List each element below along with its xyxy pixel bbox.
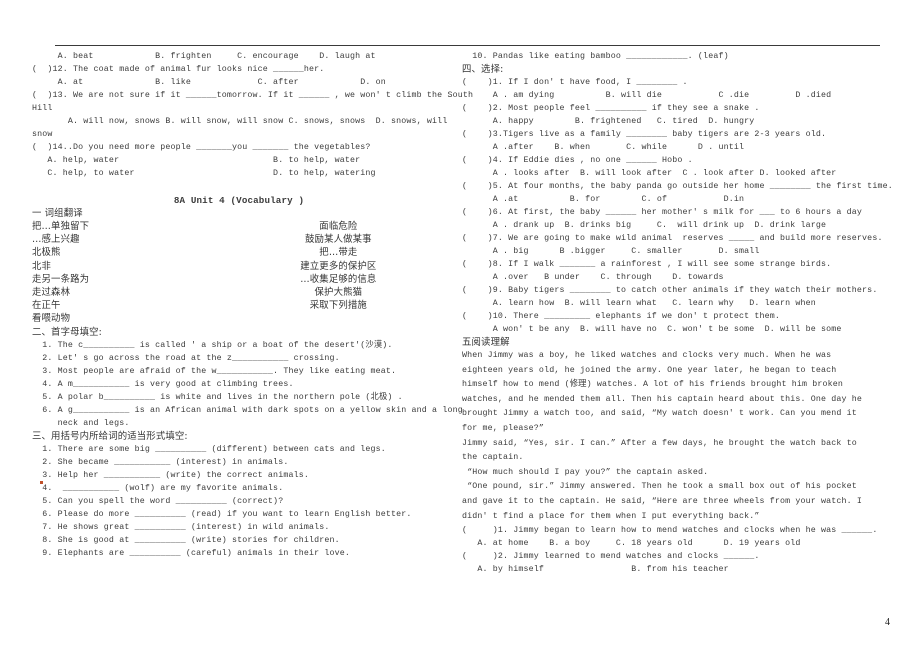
section-four-line: ( )2. Most people feel __________ if the… [462, 104, 760, 113]
section-four-line: A .after B. when C. while D . until [462, 143, 745, 152]
carryover-line: ( )12. The coat made of animal fur looks… [32, 65, 325, 74]
vocab-cell-left: 把…单独留下 [32, 221, 90, 232]
table-row: 把…单独留下 面临危险 [32, 220, 446, 233]
section-four-line: A .over B under C. through D. towards [462, 273, 724, 282]
reading-passage-paragraph: When Jimmy was a boy, he liked watches a… [462, 351, 868, 433]
carryover-line: A. at B. like C. after D. on [32, 78, 386, 87]
section-four-line: ( )3.Tigers live as a family ________ ba… [462, 130, 827, 139]
vocab-cell-right: 鼓励某人做某事 [305, 234, 372, 246]
vocab-cell-right: 保护大熊猫 [314, 287, 363, 299]
section-three-item: 8. She is good at __________ (write) sto… [32, 535, 340, 545]
section-four-line: ( )8. If I walk _______ a rainforest , I… [462, 260, 832, 269]
table-row: …感上兴趣 鼓励某人做某事 [32, 233, 446, 246]
section-four-line: A . drank up B. drinks big C. will drink… [462, 221, 827, 230]
section-two-heading: 二、首字母填空: [32, 326, 102, 338]
section-two-item: neck and legs. [32, 418, 130, 428]
section-four-line: A. happy B. frightened C. tired D. hungr… [462, 117, 755, 126]
section-two-item: 1. The c__________ is called ' a ship or… [32, 340, 393, 350]
header-divider-rule [55, 45, 880, 46]
section-three-item: 7. He shows great __________ (interest) … [32, 522, 330, 532]
carryover-line: snow [32, 130, 53, 139]
vocab-cell-left: 看喂动物 [32, 313, 71, 325]
vocab-cell-left: 北极熊 [32, 247, 61, 259]
section-one-heading: 一 词组翻译 [32, 208, 83, 219]
section-three-item: 3. Help her ___________ (write) the corr… [32, 470, 309, 480]
carryover-line: A. help, water B. to help, water [32, 156, 361, 165]
section-three-item: 5. Can you spell the word __________ (co… [32, 496, 284, 506]
section-four-line: ( )10. There _________ elephants if we d… [462, 312, 780, 321]
vocab-cell-left: 走另一条路为 [32, 273, 90, 285]
carryover-line: A. will now, snows B. will snow, will sn… [32, 117, 448, 126]
carryover-line: A. beat B. frighten C. encourage D. laug… [32, 52, 376, 61]
section-four-line: ( )6. At first, the baby ______ her moth… [462, 208, 863, 217]
section-four-line: A. learn how B. will learn what C. learn… [462, 299, 816, 308]
reading-passage-paragraph: “How much should I pay you?” the captain… [462, 467, 709, 477]
section-two-item: 4. A m___________ is very good at climbi… [32, 379, 294, 389]
section-two-item: 3. Most people are afraid of the w______… [32, 366, 397, 376]
section-two-item: 5. A polar b__________ is white and live… [32, 392, 403, 402]
reading-question-line: ( )1. Jimmy began to learn how to mend w… [462, 526, 878, 536]
table-row: 北极熊 把…带走 [32, 246, 446, 259]
vocab-cell-right [231, 312, 446, 325]
section-three-item: 2. She became ___________ (interest) in … [32, 457, 289, 467]
reading-passage-paragraph: Jimmy said, “Yes, sir. I can.” After a f… [462, 438, 863, 463]
section-four-line: ( )1. If I don' t have food, I ________ … [462, 78, 688, 87]
right-column: 10. Pandas like eating bamboo __________… [462, 50, 893, 576]
vocab-cell-right: 采取下列措施 [309, 300, 367, 312]
section-four-line: ( )5. At four months, the baby panda go … [462, 182, 893, 191]
table-row: 走另一条路为 …收集足够的信息 [32, 273, 446, 286]
carryover-line: ( )14..Do you need more people _______yo… [32, 143, 371, 152]
section-three-item: 9. Elephants are __________ (careful) an… [32, 548, 350, 558]
left-column: A. beat B. frighten C. encourage D. laug… [32, 50, 474, 560]
section-three-item: 6. Please do more __________ (read) if y… [32, 509, 412, 519]
section-five-heading: 五阅读理解 [462, 337, 510, 348]
annotation-mark [40, 481, 43, 484]
table-row: 在正午 采取下列措施 [32, 299, 446, 312]
vocabulary-translation-table: 把…单独留下 面临危险 …感上兴趣 鼓励某人做某事 北极熊 把…带走 北非 建立… [32, 220, 446, 326]
vocab-cell-left: …感上兴趣 [32, 234, 80, 246]
reading-passage-paragraph: “One pound, sir.” Jimmy answered. Then h… [462, 482, 868, 521]
vocab-cell-right: 建立更多的保护区 [300, 260, 377, 272]
section-three-item: 4. ___________ (wolf) are my favorite an… [32, 483, 284, 493]
carryover-line: Hill [32, 104, 53, 113]
section-four-line: ( )9. Baby tigers ________ to catch othe… [462, 286, 878, 295]
section-four-line: A . looks after B. will look after C . l… [462, 169, 837, 178]
section-three-item: 1. There are some big __________ (differ… [32, 444, 386, 454]
vocab-cell-left: 北非 [32, 260, 52, 272]
section-four-line: ( )4. If Eddie dies , no one ______ Hobo… [462, 156, 693, 165]
vocab-cell-right: …收集足够的信息 [300, 273, 377, 285]
section-two-item: 2. Let' s go across the road at the z___… [32, 353, 340, 363]
section-four-line: A . am dying B. will die C .die D .died [462, 91, 832, 100]
carryover-questions-block: A. beat B. frighten C. encourage D. laug… [32, 50, 474, 180]
worksheet-page: A. beat B. frighten C. encourage D. laug… [0, 0, 920, 650]
page-number: 4 [885, 617, 890, 628]
vocab-cell-right: 把…带走 [319, 247, 358, 259]
carryover-line: ( )13. We are not sure if it ______tomor… [32, 91, 474, 100]
reading-question-line: A. at home B. a boy C. 18 years old D. 1… [462, 539, 801, 549]
table-row: 北非 建立更多的保护区 [32, 260, 446, 273]
carryover-item-ten: 10. Pandas like eating bamboo __________… [462, 52, 729, 61]
section-two-item: 6. A g___________ is an African animal w… [32, 405, 463, 415]
vocab-cell-right: 面临危险 [319, 221, 358, 232]
section-four-line: A . big B .bigger C. smaller D. small [462, 247, 760, 256]
reading-question-line: ( )2. Jimmy learned to mend watches and … [462, 552, 760, 562]
section-four-line: A .at B. for C. of D.in [462, 195, 745, 204]
vocab-cell-left: 走过森林 [32, 287, 71, 299]
table-row: 看喂动物 [32, 312, 446, 325]
table-row: 走过森林 保护大熊猫 [32, 286, 446, 299]
carryover-line: C. help, to water D. to help, watering [32, 169, 376, 178]
section-four-heading: 四、选择: [462, 64, 504, 75]
vocab-cell-left: 在正午 [32, 300, 61, 312]
reading-question-line: A. by himself B. from his teacher [462, 565, 729, 575]
section-four-line: ( )7. We are going to make wild animal r… [462, 234, 883, 243]
section-three-heading: 三、用括号内所给词的适当形式填空: [32, 430, 188, 442]
section-four-line: A won' t be any B. will have no C. won' … [462, 325, 842, 334]
worksheet-title: 8A Unit 4 (Vocabulary ) [173, 195, 305, 206]
